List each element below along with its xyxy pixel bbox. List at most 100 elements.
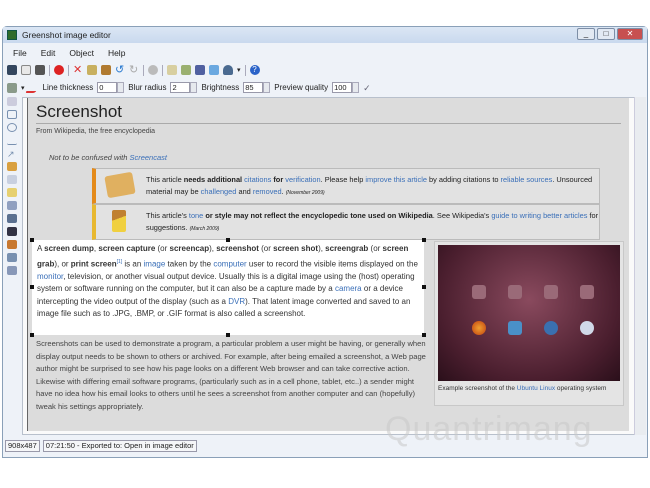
- resize-handle[interactable]: [30, 333, 34, 337]
- guide-link[interactable]: guide to writing better articles: [491, 211, 587, 220]
- screencast-link[interactable]: Screencast: [129, 153, 167, 162]
- line-color-icon[interactable]: [24, 82, 43, 93]
- monitor-link[interactable]: monitor: [37, 272, 63, 281]
- menu-object[interactable]: Object: [69, 48, 94, 58]
- close-button[interactable]: ✕: [617, 28, 643, 40]
- selected-text-element[interactable]: A screen dump, screen capture (or screen…: [30, 238, 426, 337]
- export-icon[interactable]: [181, 65, 191, 75]
- app-icon: [472, 285, 486, 299]
- main-toolbar: ✕ ↺ ↻ ▾ ?: [7, 63, 260, 77]
- removed-link[interactable]: removed: [253, 187, 282, 196]
- image-link[interactable]: image: [144, 259, 166, 268]
- hatnote: Not to be confused with Screencast: [49, 153, 167, 162]
- help-icon[interactable]: ?: [249, 65, 260, 75]
- menu-file[interactable]: File: [13, 48, 27, 58]
- email-icon[interactable]: [167, 65, 177, 75]
- crop-tool-icon[interactable]: [7, 240, 17, 249]
- greenshot-logo-icon: [7, 30, 17, 40]
- text-tool-icon[interactable]: [7, 175, 17, 184]
- ubuntu-screenshot-image: [438, 245, 620, 381]
- effects-toolbar: ▾ Line thickness 0 Blur radius 2 Brightn…: [7, 80, 373, 95]
- ellipse-tool-icon[interactable]: [7, 123, 17, 132]
- challenged-link[interactable]: challenged: [201, 187, 237, 196]
- undo-icon[interactable]: ↺: [115, 65, 125, 76]
- resize-tool-icon[interactable]: [7, 266, 17, 275]
- plugin-icon[interactable]: [223, 65, 233, 75]
- verification-link[interactable]: verification: [285, 175, 320, 184]
- resize-handle[interactable]: [422, 238, 426, 242]
- print-icon[interactable]: [35, 65, 45, 75]
- app-icon: [508, 321, 522, 335]
- brightness-input[interactable]: 85: [243, 82, 264, 93]
- watermark: Quantrimang: [385, 410, 593, 448]
- improve-link[interactable]: improve this article: [365, 175, 427, 184]
- computer-link[interactable]: computer: [213, 259, 246, 268]
- separator: [244, 64, 246, 76]
- preview-quality-spinner[interactable]: [352, 82, 360, 93]
- close-red-icon[interactable]: [54, 65, 64, 75]
- clipboard-icon[interactable]: [21, 65, 31, 75]
- redo-icon[interactable]: ↻: [129, 65, 139, 76]
- settings-icon[interactable]: [148, 65, 158, 75]
- image-tool-icon[interactable]: [7, 214, 17, 223]
- maximize-button[interactable]: □: [597, 28, 615, 40]
- brightness-label: Brightness: [201, 83, 240, 92]
- menu-bar: File Edit Object Help: [3, 45, 125, 60]
- blur-radius-input[interactable]: 2: [170, 82, 191, 93]
- menu-edit[interactable]: Edit: [41, 48, 56, 58]
- font-tool-icon[interactable]: [7, 227, 17, 236]
- rotate-tool-icon[interactable]: [7, 253, 17, 262]
- line-thickness-spinner[interactable]: [117, 82, 125, 93]
- cut-icon[interactable]: [87, 65, 97, 75]
- citations-link[interactable]: citations: [244, 175, 271, 184]
- infobox-caption: Example screenshot of the Ubuntu Linux o…: [438, 385, 607, 392]
- separator: [162, 64, 163, 76]
- status-message: 07:21:50 - Exported to: Open in image ed…: [42, 440, 197, 452]
- line-thickness-input[interactable]: 0: [97, 82, 118, 93]
- resize-handle[interactable]: [226, 333, 230, 337]
- window-controls: _ □ ✕: [577, 28, 643, 40]
- book-icon: [104, 171, 136, 199]
- resize-handle[interactable]: [30, 285, 34, 289]
- rectangle-tool-icon[interactable]: [7, 110, 17, 119]
- resize-handle[interactable]: [422, 333, 426, 337]
- preview-quality-input[interactable]: 100: [332, 82, 353, 93]
- vertical-scrollbar[interactable]: [634, 97, 646, 435]
- image-size: 908x487: [5, 440, 40, 452]
- article-subtitle: From Wikipedia, the free encyclopedia: [36, 128, 156, 135]
- resize-handle[interactable]: [226, 238, 230, 242]
- tone-link[interactable]: tone: [189, 211, 203, 220]
- brightness-spinner[interactable]: [263, 82, 271, 93]
- app-icon: [544, 321, 558, 335]
- dvr-link[interactable]: DVR: [228, 297, 245, 306]
- confirm-icon[interactable]: ✓: [363, 83, 373, 93]
- obfuscate-tool-icon[interactable]: [7, 201, 17, 210]
- app-icon: [580, 285, 594, 299]
- minimize-button[interactable]: _: [577, 28, 595, 40]
- highlight-tool-icon[interactable]: [7, 188, 17, 197]
- select-tool-icon[interactable]: [7, 97, 17, 106]
- ubuntu-link[interactable]: Ubuntu Linux: [517, 385, 555, 392]
- dropbox-icon[interactable]: [209, 65, 219, 75]
- resize-handle[interactable]: [422, 285, 426, 289]
- save-icon[interactable]: [7, 65, 17, 75]
- delete-icon[interactable]: ✕: [73, 65, 83, 76]
- menu-help[interactable]: Help: [108, 48, 125, 58]
- line-tool-icon[interactable]: [7, 136, 17, 145]
- status-bar: 908x487 07:21:50 - Exported to: Open in …: [5, 440, 197, 452]
- paste-icon[interactable]: [101, 65, 111, 75]
- sources-link[interactable]: reliable sources: [501, 175, 553, 184]
- image-canvas[interactable]: Screenshot From Wikipedia, the free ency…: [22, 97, 637, 435]
- resize-handle[interactable]: [30, 238, 34, 242]
- freehand-tool-icon[interactable]: [7, 162, 17, 171]
- chevron-down-icon[interactable]: ▾: [237, 66, 241, 74]
- fill-color-icon[interactable]: [7, 82, 17, 93]
- infobox: Example screenshot of the Ubuntu Linux o…: [434, 241, 624, 406]
- chevron-down-icon[interactable]: ▾: [21, 84, 25, 92]
- blur-radius-spinner[interactable]: [190, 82, 198, 93]
- camera-link[interactable]: camera: [335, 284, 362, 293]
- firefox-icon: [472, 321, 486, 335]
- upload-icon[interactable]: [195, 65, 205, 75]
- arrow-tool-icon[interactable]: ↗: [7, 149, 17, 159]
- title-bar: Greenshot image editor: [3, 27, 647, 43]
